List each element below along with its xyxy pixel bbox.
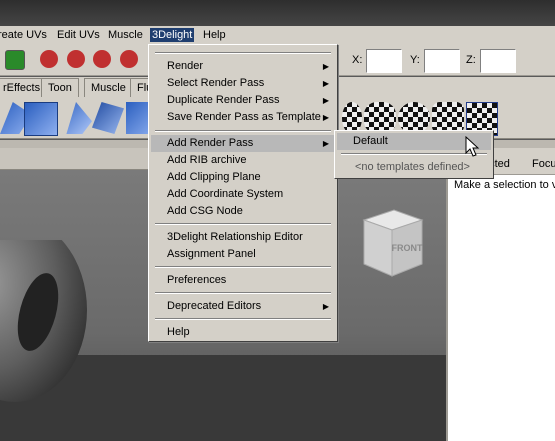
menu-edit-uvs[interactable]: Edit UVs — [57, 28, 100, 42]
menu-item-add-rib-archive[interactable]: Add RIB archive — [151, 152, 335, 169]
alien-head-model — [0, 240, 87, 402]
menu-item-select-render-pass[interactable]: Select Render Pass ▶ — [151, 75, 335, 92]
viewcube[interactable]: FRONT — [358, 206, 428, 280]
poly-prism-icon[interactable] — [66, 102, 92, 134]
x-field[interactable] — [366, 49, 402, 73]
submenu-item-no-templates: <no templates defined> — [355, 161, 470, 173]
y-label: Y: — [410, 54, 420, 66]
menu-item-help[interactable]: Help — [151, 324, 335, 341]
menu-tearoff[interactable] — [155, 52, 331, 54]
menu-create-uvs[interactable]: reate UVs — [0, 28, 47, 42]
menu-item-add-csg-node[interactable]: Add CSG Node — [151, 203, 335, 220]
menu-separator — [155, 266, 331, 268]
z-field[interactable] — [480, 49, 516, 73]
main-menubar: reate UVs Edit UVs Muscle 3Delight Help — [0, 26, 555, 44]
menu-item-deprecated-editors[interactable]: Deprecated Editors ▶ — [151, 298, 335, 315]
menu-item-save-render-pass-template[interactable]: Save Render Pass as Template ▶ — [151, 109, 335, 126]
menu-item-render[interactable]: Render ▶ — [151, 58, 335, 75]
menu-3delight[interactable]: 3Delight — [150, 28, 195, 42]
select-tool-icon[interactable] — [5, 50, 25, 70]
menu-muscle[interactable]: Muscle — [108, 28, 143, 42]
snap-view-icon[interactable] — [120, 50, 138, 68]
menu-item-preferences[interactable]: Preferences — [151, 272, 335, 289]
submenu-arrow-icon: ▶ — [322, 302, 329, 311]
menu-item-add-coordinate-system[interactable]: Add Coordinate System — [151, 186, 335, 203]
submenu-arrow-icon: ▶ — [322, 113, 329, 122]
focus-tab[interactable]: Focus — [532, 158, 555, 170]
menu-separator — [155, 130, 331, 132]
x-label: X: — [352, 54, 363, 66]
menu-item-add-render-pass[interactable]: Add Render Pass ▶ — [151, 135, 335, 152]
tab-muscle[interactable]: Muscle — [84, 78, 133, 97]
3delight-menu: Render ▶ Select Render Pass ▶ Duplicate Re… — [148, 44, 338, 342]
window-titlebar — [0, 0, 555, 26]
mouse-cursor-icon — [465, 136, 480, 157]
poly-grid-icon[interactable] — [24, 102, 58, 136]
submenu-arrow-icon: ▶ — [322, 62, 329, 71]
viewcube-front-label: FRONT — [392, 243, 423, 253]
submenu-arrow-icon: ▶ — [322, 96, 329, 105]
snap-magnet-icon[interactable] — [40, 50, 58, 68]
snap-point-icon[interactable] — [93, 50, 111, 68]
y-field[interactable] — [424, 49, 460, 73]
menu-item-relationship-editor[interactable]: 3Delight Relationship Editor — [151, 229, 335, 246]
submenu-arrow-icon: ▶ — [322, 139, 329, 148]
attribute-panel-content: Make a selection to v — [448, 175, 555, 441]
tab-toon[interactable]: Toon — [41, 78, 79, 97]
selection-hint: Make a selection to v — [454, 179, 555, 191]
menu-help[interactable]: Help — [203, 28, 226, 42]
attribute-panel: ected Focus Make a selection to v — [446, 148, 555, 441]
snap-curve-icon[interactable] — [67, 50, 85, 68]
menu-item-assignment-panel[interactable]: Assignment Panel — [151, 246, 335, 263]
z-label: Z: — [466, 54, 476, 66]
submenu-arrow-icon: ▶ — [322, 79, 329, 88]
poly-wedge-icon[interactable] — [92, 102, 124, 134]
menu-separator — [155, 292, 331, 294]
menu-separator — [155, 318, 331, 320]
menu-separator — [155, 223, 331, 225]
menu-item-duplicate-render-pass[interactable]: Duplicate Render Pass ▶ — [151, 92, 335, 109]
menu-item-add-clipping-plane[interactable]: Add Clipping Plane — [151, 169, 335, 186]
